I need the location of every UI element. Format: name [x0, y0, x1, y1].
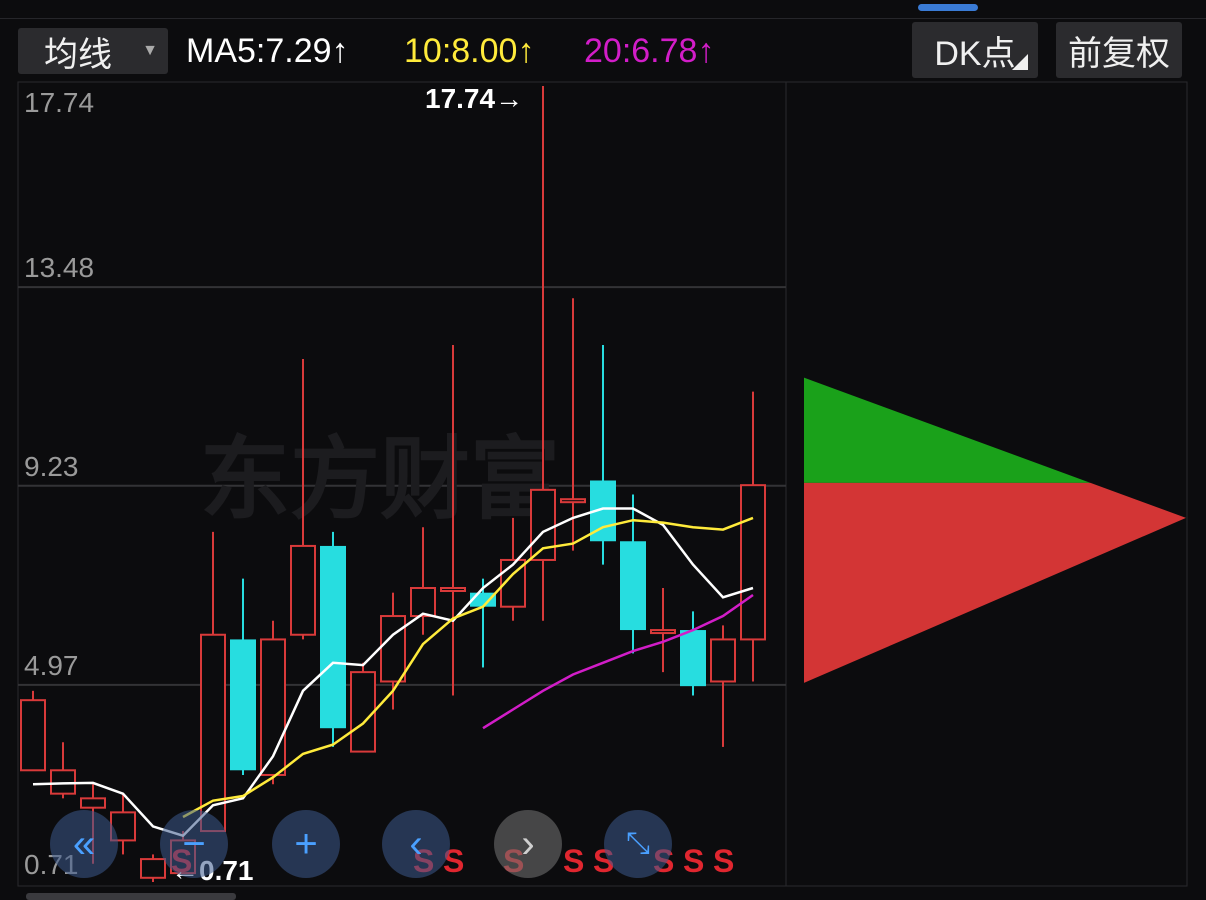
rewind-button[interactable]: «	[50, 810, 118, 878]
high-value: 17.74	[425, 83, 495, 114]
candle-body	[620, 541, 646, 631]
scrollbar[interactable]	[26, 893, 236, 900]
chevron-right-icon: ›	[521, 821, 535, 866]
high-marker: 17.74→	[425, 83, 523, 114]
plus-icon: +	[294, 821, 318, 866]
candle-body	[410, 586, 436, 618]
candle-body	[740, 484, 766, 641]
candle-body	[230, 639, 256, 771]
expand-arrows-icon: ⤡	[626, 827, 650, 860]
candle-body	[320, 545, 346, 729]
candle-body	[20, 699, 46, 772]
candle-body	[80, 797, 106, 809]
candle-body	[650, 629, 676, 635]
candle-body	[440, 586, 466, 592]
y-tick-label: 13.48	[24, 252, 94, 283]
y-tick-label: 4.97	[24, 650, 79, 681]
candle-body	[710, 638, 736, 683]
minus-icon: −	[182, 821, 206, 866]
right-arrow-icon: →	[495, 83, 523, 114]
candle-body	[380, 615, 406, 683]
chip-profile-upper	[804, 377, 1091, 483]
candle-body	[680, 630, 706, 687]
candle-body	[350, 671, 376, 753]
chart-nav-controls: « − + ‹ › ⤡	[0, 808, 800, 878]
candle-body	[560, 498, 586, 504]
double-chevron-left-icon: «	[72, 821, 96, 866]
chip-profile-lower	[804, 482, 1186, 683]
y-tick-label: 9.23	[24, 451, 79, 482]
y-tick-label: 17.74	[24, 87, 94, 118]
watermark: 东方财富	[200, 430, 560, 530]
zoom-out-button[interactable]: −	[160, 810, 228, 878]
fullscreen-button[interactable]: ⤡	[604, 810, 672, 878]
scroll-right-button[interactable]: ›	[494, 810, 562, 878]
zoom-in-button[interactable]: +	[272, 810, 340, 878]
chevron-left-icon: ‹	[409, 821, 423, 866]
scroll-left-button[interactable]: ‹	[382, 810, 450, 878]
candle-body	[50, 769, 76, 795]
kline-chart[interactable]: 东方财富 17.7413.489.234.970.71 17.74→ ←0.71…	[0, 0, 1206, 900]
candle-body	[290, 544, 316, 636]
